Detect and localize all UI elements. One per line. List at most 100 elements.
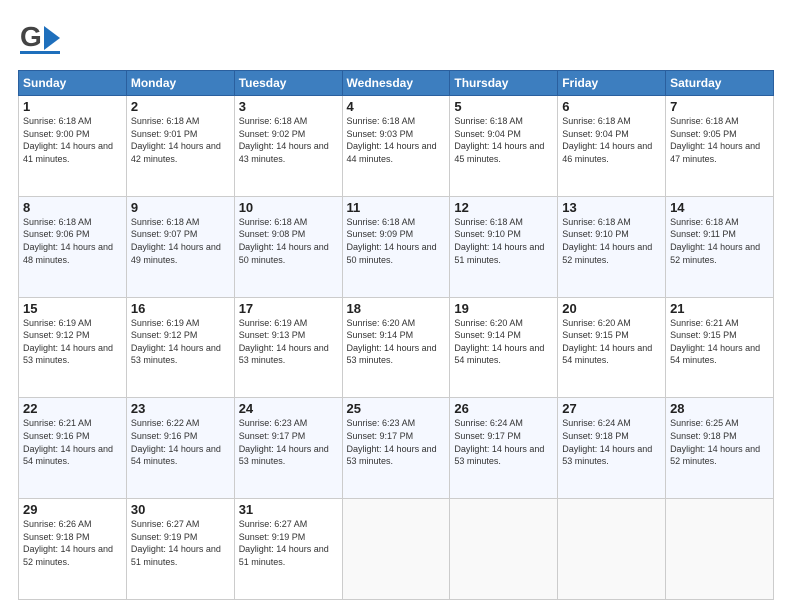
table-row: 4 Sunrise: 6:18 AMSunset: 9:03 PMDayligh…	[342, 96, 450, 197]
day-info: Sunrise: 6:18 AMSunset: 9:06 PMDaylight:…	[23, 217, 113, 265]
day-info: Sunrise: 6:18 AMSunset: 9:03 PMDaylight:…	[347, 116, 437, 164]
day-info: Sunrise: 6:27 AMSunset: 9:19 PMDaylight:…	[131, 519, 221, 567]
day-number: 6	[562, 99, 661, 114]
table-row: 13 Sunrise: 6:18 AMSunset: 9:10 PMDaylig…	[558, 196, 666, 297]
day-number: 27	[562, 401, 661, 416]
day-number: 16	[131, 301, 230, 316]
day-number: 21	[670, 301, 769, 316]
svg-text:G: G	[20, 21, 42, 52]
table-row: 28 Sunrise: 6:25 AMSunset: 9:18 PMDaylig…	[666, 398, 774, 499]
table-row: 29 Sunrise: 6:26 AMSunset: 9:18 PMDaylig…	[19, 499, 127, 600]
day-info: Sunrise: 6:18 AMSunset: 9:09 PMDaylight:…	[347, 217, 437, 265]
day-number: 3	[239, 99, 338, 114]
day-info: Sunrise: 6:20 AMSunset: 9:15 PMDaylight:…	[562, 318, 652, 366]
header-thursday: Thursday	[450, 71, 558, 96]
table-row: 23 Sunrise: 6:22 AMSunset: 9:16 PMDaylig…	[126, 398, 234, 499]
table-row	[342, 499, 450, 600]
day-info: Sunrise: 6:19 AMSunset: 9:13 PMDaylight:…	[239, 318, 329, 366]
day-number: 22	[23, 401, 122, 416]
day-info: Sunrise: 6:22 AMSunset: 9:16 PMDaylight:…	[131, 418, 221, 466]
table-row: 22 Sunrise: 6:21 AMSunset: 9:16 PMDaylig…	[19, 398, 127, 499]
calendar-row: 8 Sunrise: 6:18 AMSunset: 9:06 PMDayligh…	[19, 196, 774, 297]
day-number: 18	[347, 301, 446, 316]
day-info: Sunrise: 6:24 AMSunset: 9:17 PMDaylight:…	[454, 418, 544, 466]
logo: G	[18, 18, 62, 60]
day-number: 30	[131, 502, 230, 517]
day-info: Sunrise: 6:18 AMSunset: 9:02 PMDaylight:…	[239, 116, 329, 164]
table-row: 3 Sunrise: 6:18 AMSunset: 9:02 PMDayligh…	[234, 96, 342, 197]
table-row: 14 Sunrise: 6:18 AMSunset: 9:11 PMDaylig…	[666, 196, 774, 297]
day-number: 29	[23, 502, 122, 517]
header-saturday: Saturday	[666, 71, 774, 96]
table-row: 12 Sunrise: 6:18 AMSunset: 9:10 PMDaylig…	[450, 196, 558, 297]
day-number: 13	[562, 200, 661, 215]
table-row: 26 Sunrise: 6:24 AMSunset: 9:17 PMDaylig…	[450, 398, 558, 499]
day-number: 12	[454, 200, 553, 215]
table-row: 8 Sunrise: 6:18 AMSunset: 9:06 PMDayligh…	[19, 196, 127, 297]
table-row	[450, 499, 558, 600]
table-row: 6 Sunrise: 6:18 AMSunset: 9:04 PMDayligh…	[558, 96, 666, 197]
day-number: 11	[347, 200, 446, 215]
day-info: Sunrise: 6:27 AMSunset: 9:19 PMDaylight:…	[239, 519, 329, 567]
table-row: 19 Sunrise: 6:20 AMSunset: 9:14 PMDaylig…	[450, 297, 558, 398]
day-number: 24	[239, 401, 338, 416]
day-info: Sunrise: 6:23 AMSunset: 9:17 PMDaylight:…	[347, 418, 437, 466]
table-row: 15 Sunrise: 6:19 AMSunset: 9:12 PMDaylig…	[19, 297, 127, 398]
day-number: 14	[670, 200, 769, 215]
table-row: 27 Sunrise: 6:24 AMSunset: 9:18 PMDaylig…	[558, 398, 666, 499]
day-number: 19	[454, 301, 553, 316]
day-number: 17	[239, 301, 338, 316]
header-tuesday: Tuesday	[234, 71, 342, 96]
day-info: Sunrise: 6:25 AMSunset: 9:18 PMDaylight:…	[670, 418, 760, 466]
calendar-page: G Sunday Monday Tuesday Wednesday	[0, 0, 792, 612]
table-row: 25 Sunrise: 6:23 AMSunset: 9:17 PMDaylig…	[342, 398, 450, 499]
header-friday: Friday	[558, 71, 666, 96]
day-info: Sunrise: 6:18 AMSunset: 9:11 PMDaylight:…	[670, 217, 760, 265]
table-row: 2 Sunrise: 6:18 AMSunset: 9:01 PMDayligh…	[126, 96, 234, 197]
table-row	[666, 499, 774, 600]
table-row: 10 Sunrise: 6:18 AMSunset: 9:08 PMDaylig…	[234, 196, 342, 297]
calendar-row: 15 Sunrise: 6:19 AMSunset: 9:12 PMDaylig…	[19, 297, 774, 398]
day-number: 2	[131, 99, 230, 114]
day-number: 15	[23, 301, 122, 316]
day-info: Sunrise: 6:21 AMSunset: 9:16 PMDaylight:…	[23, 418, 113, 466]
calendar-row: 29 Sunrise: 6:26 AMSunset: 9:18 PMDaylig…	[19, 499, 774, 600]
day-info: Sunrise: 6:23 AMSunset: 9:17 PMDaylight:…	[239, 418, 329, 466]
day-number: 5	[454, 99, 553, 114]
table-row: 7 Sunrise: 6:18 AMSunset: 9:05 PMDayligh…	[666, 96, 774, 197]
header-sunday: Sunday	[19, 71, 127, 96]
weekday-header-row: Sunday Monday Tuesday Wednesday Thursday…	[19, 71, 774, 96]
header-wednesday: Wednesday	[342, 71, 450, 96]
day-number: 1	[23, 99, 122, 114]
day-info: Sunrise: 6:18 AMSunset: 9:07 PMDaylight:…	[131, 217, 221, 265]
day-number: 10	[239, 200, 338, 215]
day-number: 26	[454, 401, 553, 416]
table-row: 9 Sunrise: 6:18 AMSunset: 9:07 PMDayligh…	[126, 196, 234, 297]
day-info: Sunrise: 6:18 AMSunset: 9:10 PMDaylight:…	[454, 217, 544, 265]
day-info: Sunrise: 6:19 AMSunset: 9:12 PMDaylight:…	[131, 318, 221, 366]
table-row: 24 Sunrise: 6:23 AMSunset: 9:17 PMDaylig…	[234, 398, 342, 499]
day-info: Sunrise: 6:18 AMSunset: 9:04 PMDaylight:…	[562, 116, 652, 164]
day-number: 25	[347, 401, 446, 416]
table-row: 5 Sunrise: 6:18 AMSunset: 9:04 PMDayligh…	[450, 96, 558, 197]
header: G	[18, 18, 774, 60]
calendar-row: 22 Sunrise: 6:21 AMSunset: 9:16 PMDaylig…	[19, 398, 774, 499]
table-row: 1 Sunrise: 6:18 AMSunset: 9:00 PMDayligh…	[19, 96, 127, 197]
table-row: 31 Sunrise: 6:27 AMSunset: 9:19 PMDaylig…	[234, 499, 342, 600]
logo-icon: G	[18, 18, 60, 60]
day-info: Sunrise: 6:19 AMSunset: 9:12 PMDaylight:…	[23, 318, 113, 366]
table-row: 17 Sunrise: 6:19 AMSunset: 9:13 PMDaylig…	[234, 297, 342, 398]
day-info: Sunrise: 6:18 AMSunset: 9:01 PMDaylight:…	[131, 116, 221, 164]
table-row: 18 Sunrise: 6:20 AMSunset: 9:14 PMDaylig…	[342, 297, 450, 398]
day-number: 8	[23, 200, 122, 215]
calendar-row: 1 Sunrise: 6:18 AMSunset: 9:00 PMDayligh…	[19, 96, 774, 197]
day-number: 31	[239, 502, 338, 517]
day-number: 28	[670, 401, 769, 416]
calendar-table: Sunday Monday Tuesday Wednesday Thursday…	[18, 70, 774, 600]
day-number: 23	[131, 401, 230, 416]
table-row: 11 Sunrise: 6:18 AMSunset: 9:09 PMDaylig…	[342, 196, 450, 297]
day-number: 20	[562, 301, 661, 316]
header-monday: Monday	[126, 71, 234, 96]
day-number: 4	[347, 99, 446, 114]
day-info: Sunrise: 6:20 AMSunset: 9:14 PMDaylight:…	[454, 318, 544, 366]
